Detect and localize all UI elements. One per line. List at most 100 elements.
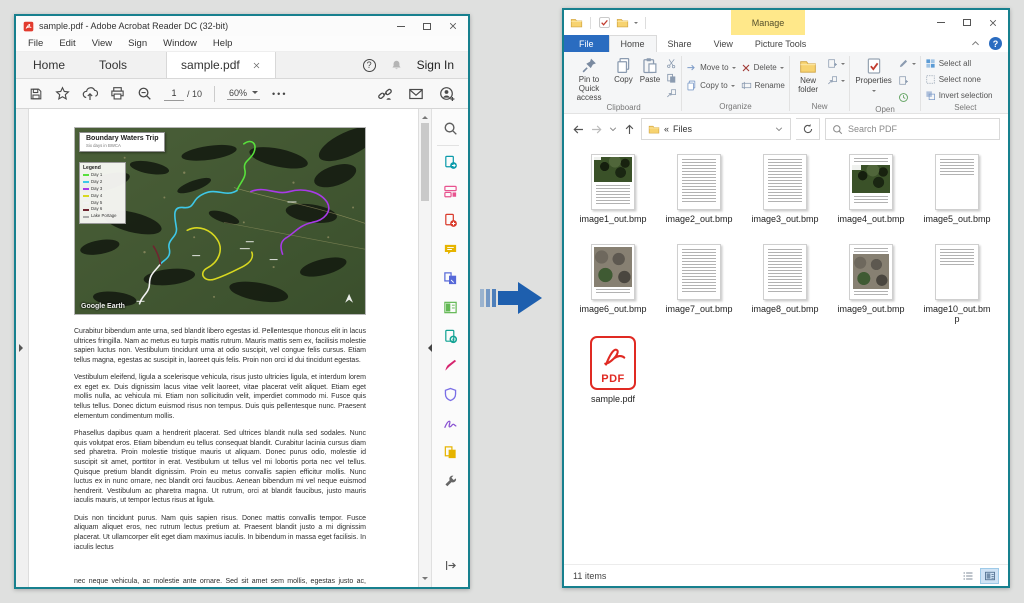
copy-path-button[interactable] bbox=[664, 71, 679, 86]
easy-access-button[interactable] bbox=[825, 73, 847, 88]
customize-toolbar-icon[interactable] bbox=[634, 22, 638, 26]
comment-icon[interactable] bbox=[437, 235, 464, 264]
tab-picture-tools[interactable]: Picture Tools bbox=[744, 35, 817, 52]
paste-shortcut-button[interactable] bbox=[664, 86, 679, 101]
file-item-image4_out.bmp[interactable]: image4_out.bmp bbox=[828, 152, 914, 240]
close-tab-icon[interactable] bbox=[252, 61, 261, 70]
help-icon[interactable]: ? bbox=[363, 59, 376, 72]
properties-check-icon[interactable] bbox=[598, 16, 611, 29]
tab-document[interactable]: sample.pdf bbox=[166, 52, 276, 78]
properties-button[interactable]: Properties bbox=[852, 54, 894, 94]
minimize-button[interactable] bbox=[928, 10, 954, 35]
sign-icon[interactable] bbox=[437, 409, 464, 438]
rename-button[interactable]: Rename bbox=[739, 78, 787, 93]
export-pdf-icon[interactable] bbox=[437, 148, 464, 177]
print-icon[interactable] bbox=[110, 86, 125, 101]
forward-icon[interactable] bbox=[590, 123, 603, 136]
tab-view[interactable]: View bbox=[703, 35, 744, 52]
account-icon[interactable] bbox=[439, 86, 455, 102]
tab-home[interactable]: Home bbox=[16, 52, 82, 78]
search-input[interactable] bbox=[848, 124, 993, 134]
tab-file[interactable]: File bbox=[564, 35, 609, 52]
select-all-button[interactable]: Select all bbox=[923, 56, 973, 71]
nav-pane-toggle[interactable] bbox=[16, 109, 29, 587]
zoom-out-icon[interactable] bbox=[137, 86, 152, 101]
more-tools-button[interactable]: ••• bbox=[272, 89, 287, 99]
open-button[interactable] bbox=[896, 56, 918, 71]
save-icon[interactable] bbox=[29, 87, 43, 101]
tab-share[interactable]: Share bbox=[657, 35, 703, 52]
scroll-up-icon[interactable] bbox=[422, 113, 428, 119]
file-item-image6_out.bmp[interactable]: image6_out.bmp bbox=[570, 242, 656, 330]
scrollbar-thumb[interactable] bbox=[421, 123, 429, 201]
edit-pdf-icon[interactable] bbox=[437, 177, 464, 206]
delete-button[interactable]: Delete bbox=[739, 60, 787, 75]
file-item-image1_out.bmp[interactable]: image1_out.bmp bbox=[570, 152, 656, 240]
move-to-button[interactable]: Move to bbox=[684, 60, 737, 75]
favorites-star-icon[interactable] bbox=[55, 86, 70, 101]
notifications-icon[interactable] bbox=[390, 59, 403, 72]
tab-tools[interactable]: Tools bbox=[82, 52, 144, 78]
collapse-tools-icon[interactable] bbox=[424, 344, 432, 352]
menu-item-view[interactable]: View bbox=[84, 38, 120, 49]
select-none-button[interactable]: Select none bbox=[923, 72, 983, 87]
create-pdf-icon[interactable] bbox=[437, 206, 464, 235]
address-dropdown-icon[interactable] bbox=[774, 124, 784, 134]
menu-item-edit[interactable]: Edit bbox=[51, 38, 83, 49]
details-view-button[interactable] bbox=[958, 568, 977, 584]
edit-button[interactable] bbox=[896, 73, 918, 88]
file-item-image10_out.bmp[interactable]: image10_out.bmp bbox=[914, 242, 1000, 330]
stamp-icon[interactable] bbox=[437, 438, 464, 467]
menu-item-help[interactable]: Help bbox=[205, 38, 241, 49]
pin-to-quick-access-button[interactable]: Pin to Quick access bbox=[568, 54, 610, 103]
expand-tools-pane-button[interactable] bbox=[444, 559, 457, 577]
file-item-image9_out.bmp[interactable]: image9_out.bmp bbox=[828, 242, 914, 330]
up-icon[interactable] bbox=[623, 123, 636, 136]
help-icon[interactable]: ? bbox=[989, 37, 1002, 50]
share-link-icon[interactable] bbox=[377, 86, 393, 102]
scroll-down-icon[interactable] bbox=[422, 577, 428, 583]
protect-icon[interactable] bbox=[437, 380, 464, 409]
file-item-image7_out.bmp[interactable]: image7_out.bmp bbox=[656, 242, 742, 330]
tab-manage[interactable]: Manage bbox=[731, 10, 805, 35]
collapse-ribbon-icon[interactable] bbox=[970, 38, 981, 49]
email-icon[interactable] bbox=[408, 86, 424, 102]
scan-ocr-icon[interactable] bbox=[437, 322, 464, 351]
page-number-input[interactable] bbox=[164, 87, 184, 101]
menu-item-window[interactable]: Window bbox=[155, 38, 205, 49]
file-item-image3_out.bmp[interactable]: image3_out.bmp bbox=[742, 152, 828, 240]
history-button[interactable] bbox=[896, 90, 918, 105]
minimize-button[interactable] bbox=[388, 16, 414, 36]
recent-locations-icon[interactable] bbox=[608, 124, 618, 134]
new-item-button[interactable] bbox=[825, 56, 847, 71]
maximize-button[interactable] bbox=[954, 10, 980, 35]
search-tool-icon[interactable] bbox=[437, 114, 464, 143]
fill-sign-icon[interactable] bbox=[437, 351, 464, 380]
close-button[interactable] bbox=[980, 10, 1006, 35]
file-item-image8_out.bmp[interactable]: image8_out.bmp bbox=[742, 242, 828, 330]
search-field[interactable] bbox=[825, 118, 1000, 140]
more-tools-icon[interactable] bbox=[437, 467, 464, 496]
tab-home[interactable]: Home bbox=[609, 35, 657, 52]
combine-files-icon[interactable] bbox=[437, 264, 464, 293]
close-button[interactable] bbox=[440, 16, 466, 36]
copy-to-button[interactable]: Copy to bbox=[684, 78, 737, 93]
maximize-button[interactable] bbox=[414, 16, 440, 36]
breadcrumb[interactable]: « Files bbox=[641, 118, 791, 140]
folder-icon[interactable] bbox=[616, 16, 629, 29]
zoom-level-select[interactable]: 60% bbox=[227, 88, 260, 100]
invert-selection-button[interactable]: Invert selection bbox=[923, 88, 995, 103]
menu-item-file[interactable]: File bbox=[20, 38, 51, 49]
organize-pages-icon[interactable] bbox=[437, 293, 464, 322]
upload-cloud-icon[interactable] bbox=[82, 86, 98, 102]
menu-item-sign[interactable]: Sign bbox=[120, 38, 155, 49]
sign-in-button[interactable]: Sign In bbox=[417, 58, 454, 72]
new-folder-button[interactable]: New folder bbox=[792, 54, 825, 95]
folder-icon[interactable] bbox=[570, 16, 583, 29]
back-icon[interactable] bbox=[572, 123, 585, 136]
cut-button[interactable] bbox=[664, 56, 679, 71]
paste-button[interactable]: Paste bbox=[637, 54, 663, 85]
copy-button[interactable]: Copy bbox=[611, 54, 636, 85]
file-item-sample.pdf[interactable]: PDFsample.pdf bbox=[570, 332, 656, 420]
file-item-image2_out.bmp[interactable]: image2_out.bmp bbox=[656, 152, 742, 240]
